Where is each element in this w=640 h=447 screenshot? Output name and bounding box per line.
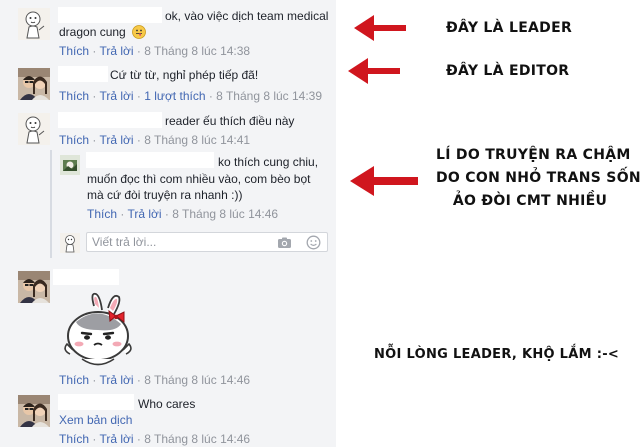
- like-link[interactable]: Thích: [59, 44, 89, 58]
- redacted-name: [58, 394, 134, 410]
- reply-link[interactable]: Trả lời: [127, 207, 161, 221]
- comment-text: Who cares: [138, 397, 196, 411]
- redacted-name: [58, 112, 162, 128]
- timestamp[interactable]: 8 Tháng 8 lúc 14:46: [172, 207, 278, 221]
- comment-actions: Thích · Trả lời · 8 Tháng 8 lúc 14:46: [87, 207, 279, 221]
- reply-input-box[interactable]: [86, 232, 328, 252]
- timestamp[interactable]: 8 Tháng 8 lúc 14:39: [216, 89, 322, 103]
- reply-link[interactable]: Trả lời: [99, 44, 133, 58]
- reply-link[interactable]: Trả lời: [99, 373, 133, 387]
- camera-icon[interactable]: [277, 235, 292, 250]
- avatar-translator[interactable]: [60, 155, 80, 175]
- comment-actions: Thích · Trả lời · 8 Tháng 8 lúc 14:38: [59, 44, 251, 58]
- avatar-leader[interactable]: [18, 8, 50, 40]
- avatar-editor[interactable]: [18, 271, 50, 303]
- annotation-editor: ĐÂY LÀ EDITOR: [446, 63, 570, 79]
- reply-link[interactable]: Trả lời: [99, 432, 133, 446]
- avatar-editor[interactable]: [18, 68, 50, 100]
- annotation-reason: LÍ DO TRUYỆN RA CHẬM DO CON NHỎ TRANS SỐ…: [436, 146, 640, 210]
- like-link[interactable]: Thích: [59, 373, 89, 387]
- comment-text: ko thích cung chiu,: [218, 155, 319, 169]
- red-arrow-icon: [348, 58, 400, 84]
- timestamp[interactable]: 8 Tháng 8 lúc 14:46: [144, 432, 250, 446]
- see-translation-link-row: Xem bản dịch: [59, 412, 132, 428]
- reply-link[interactable]: Trả lời: [99, 133, 133, 147]
- reply-input[interactable]: [92, 234, 272, 250]
- timestamp[interactable]: 8 Tháng 8 lúc 14:41: [144, 133, 250, 147]
- comment-actions: Thích · Trả lời · 1 lượt thích · 8 Tháng…: [59, 89, 323, 103]
- bunny-sticker[interactable]: [58, 292, 138, 372]
- red-arrow-icon: [354, 15, 406, 41]
- emoji-icon[interactable]: [306, 235, 321, 250]
- like-link[interactable]: Thích: [59, 432, 89, 446]
- comment-text: muốn đọc thì com nhiều vào, com bèo bọt: [87, 172, 311, 186]
- likes-count-link[interactable]: 1 lượt thích: [144, 89, 205, 103]
- timestamp[interactable]: 8 Tháng 8 lúc 14:38: [144, 44, 250, 58]
- comment-actions: Thích · Trả lời · 8 Tháng 8 lúc 14:46: [59, 432, 251, 446]
- redacted-name: [58, 7, 162, 23]
- like-link[interactable]: Thích: [59, 89, 89, 103]
- like-link[interactable]: Thích: [59, 133, 89, 147]
- annotation-feelings: NỖI LÒNG LEADER, KHỘ LẮM :-<: [374, 347, 620, 362]
- comment-thread: ok, vào việc dịch team medical dragon cu…: [0, 0, 336, 447]
- redacted-name: [53, 269, 119, 285]
- avatar-current-user: [60, 233, 80, 253]
- comment-text: Cứ từ từ, nghỉ phép tiếp đã!: [110, 68, 259, 82]
- reply-link[interactable]: Trả lời: [99, 89, 133, 103]
- comment-text: dragon cung: [59, 24, 146, 43]
- comment-actions: Thích · Trả lời · 8 Tháng 8 lúc 14:41: [59, 133, 251, 147]
- annotation-leader: ĐÂY LÀ LEADER: [446, 20, 573, 36]
- like-link[interactable]: Thích: [87, 207, 117, 221]
- avatar-leader[interactable]: [18, 113, 50, 145]
- timestamp[interactable]: 8 Tháng 8 lúc 14:46: [144, 373, 250, 387]
- annotation-reason-line: ẢO ĐÒI CMT NHIỀU: [452, 193, 608, 209]
- comment-text: reader ếu thích điều này: [165, 114, 295, 128]
- see-translation-link[interactable]: Xem bản dịch: [59, 413, 132, 427]
- redacted-name: [58, 66, 108, 82]
- reply-thread-line: [50, 150, 52, 258]
- redacted-name: [86, 152, 214, 168]
- avatar-editor[interactable]: [18, 395, 50, 427]
- red-arrow-icon: [350, 166, 418, 196]
- comment-actions: Thích · Trả lời · 8 Tháng 8 lúc 14:46: [59, 373, 251, 387]
- annotation-reason-line: LÍ DO TRUYỆN RA CHẬM: [436, 147, 631, 163]
- comment-text-line: dragon cung: [59, 25, 126, 39]
- comment-text: mà cứ đòi truyện ra nhanh :)): [87, 188, 243, 202]
- tongue-emoji-icon: [132, 25, 146, 43]
- annotation-reason-line: DO CON NHỎ TRANS SỐNG: [436, 170, 640, 186]
- comment-text: ok, vào việc dịch team medical: [165, 9, 329, 23]
